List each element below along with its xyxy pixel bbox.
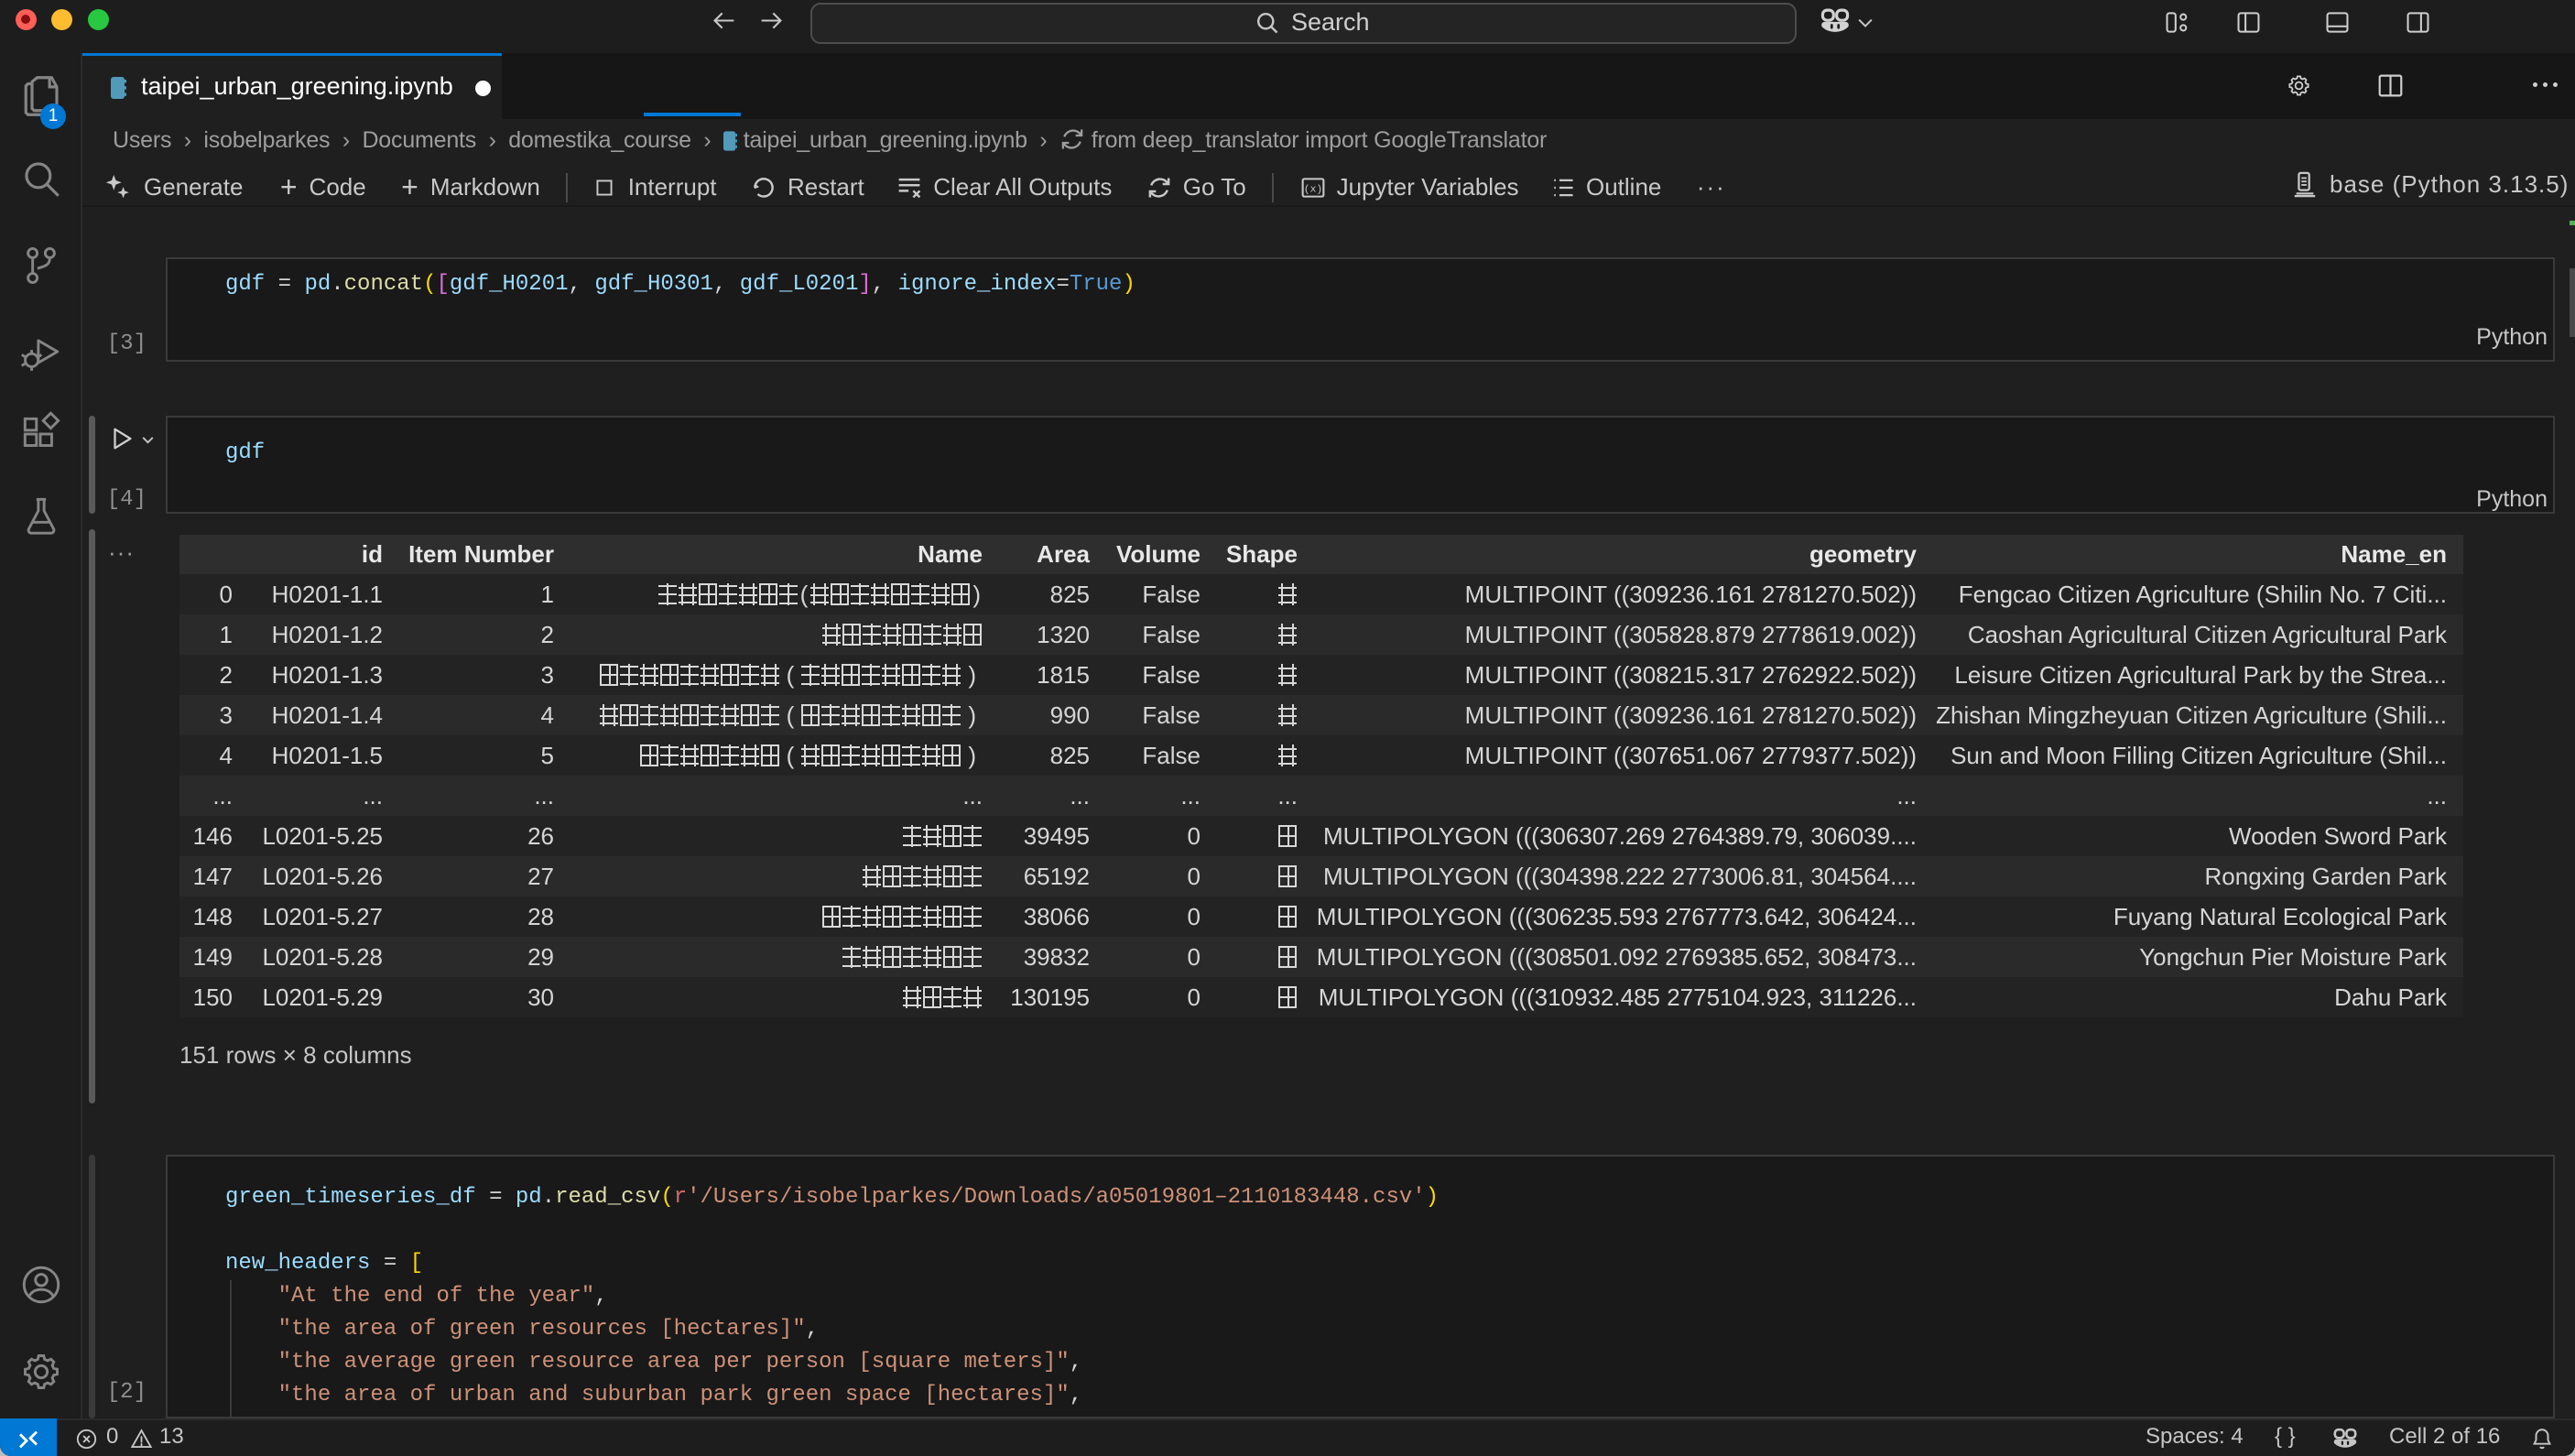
svg-text:(x): (x) <box>1303 185 1321 196</box>
